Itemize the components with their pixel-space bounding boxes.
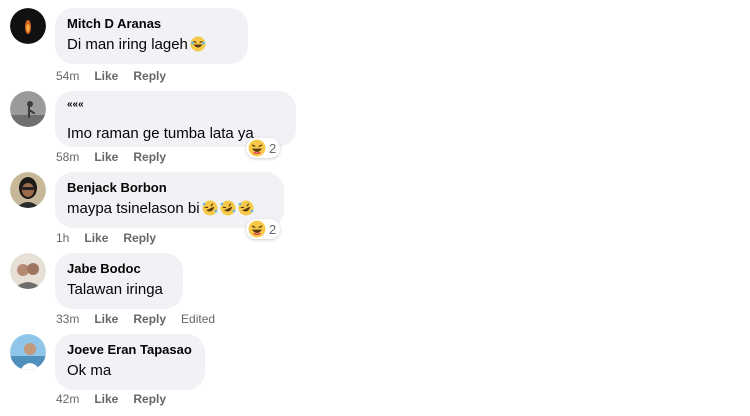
reply-button[interactable]: Reply (133, 69, 166, 83)
comment-bubble: Joeve Eran Tapasao Ok ma (55, 334, 205, 390)
laughing-emoji-icon (190, 36, 206, 52)
like-button[interactable]: Like (84, 231, 108, 245)
comment-actions: 42m Like Reply (56, 391, 181, 407)
haha-reaction-icon (248, 220, 266, 238)
comment-author[interactable]: ««« (67, 99, 284, 111)
reply-button[interactable]: Reply (133, 150, 166, 164)
comment-author[interactable]: Joeve Eran Tapasao (67, 342, 193, 358)
comment-text: maypa tsinelason bi (67, 199, 272, 219)
comment-time[interactable]: 54m (56, 69, 79, 83)
reaction-summary[interactable]: 2 (246, 219, 281, 239)
reply-button[interactable]: Reply (133, 312, 166, 326)
comment-bubble: Mitch D Aranas Di man iring lageh (55, 8, 248, 64)
like-button[interactable]: Like (94, 150, 118, 164)
comment-actions: 58m Like Reply (56, 149, 181, 165)
like-button[interactable]: Like (94, 392, 118, 406)
comment-text: Talawan iringa (67, 281, 163, 298)
avatar[interactable] (10, 8, 46, 44)
reply-button[interactable]: Reply (123, 231, 156, 245)
comment-time[interactable]: 42m (56, 392, 79, 406)
avatar[interactable] (10, 172, 46, 208)
comment-time[interactable]: 1h (56, 231, 69, 245)
rofl-emoji-icon (238, 200, 254, 216)
reaction-summary[interactable]: 2 (246, 138, 281, 158)
reaction-count: 2 (269, 140, 277, 156)
avatar[interactable] (10, 334, 46, 370)
comment-author[interactable]: Mitch D Aranas (67, 16, 236, 32)
avatar[interactable] (10, 91, 46, 127)
avatar[interactable] (10, 253, 46, 289)
rofl-emoji-icon (220, 200, 236, 216)
edited-label: Edited (181, 312, 216, 326)
comment-actions: 33m Like Reply Edited (56, 311, 230, 327)
rofl-emoji-icon (202, 200, 218, 216)
reply-button[interactable]: Reply (133, 392, 166, 406)
comment-text: Ok ma (67, 362, 112, 379)
like-button[interactable]: Like (94, 312, 118, 326)
haha-reaction-icon (248, 139, 266, 157)
comment-actions: 54m Like Reply (56, 68, 181, 84)
comment-actions: 1h Like Reply (56, 230, 171, 246)
reaction-count: 2 (269, 221, 277, 237)
comment-text: Di man iring lageh (67, 35, 236, 55)
comment-time[interactable]: 33m (56, 312, 79, 326)
comment-author[interactable]: Benjack Borbon (67, 180, 272, 196)
comment-time[interactable]: 58m (56, 150, 79, 164)
like-button[interactable]: Like (94, 69, 118, 83)
comment-bubble: Jabe Bodoc Talawan iringa (55, 253, 183, 309)
comment-author[interactable]: Jabe Bodoc (67, 261, 171, 277)
